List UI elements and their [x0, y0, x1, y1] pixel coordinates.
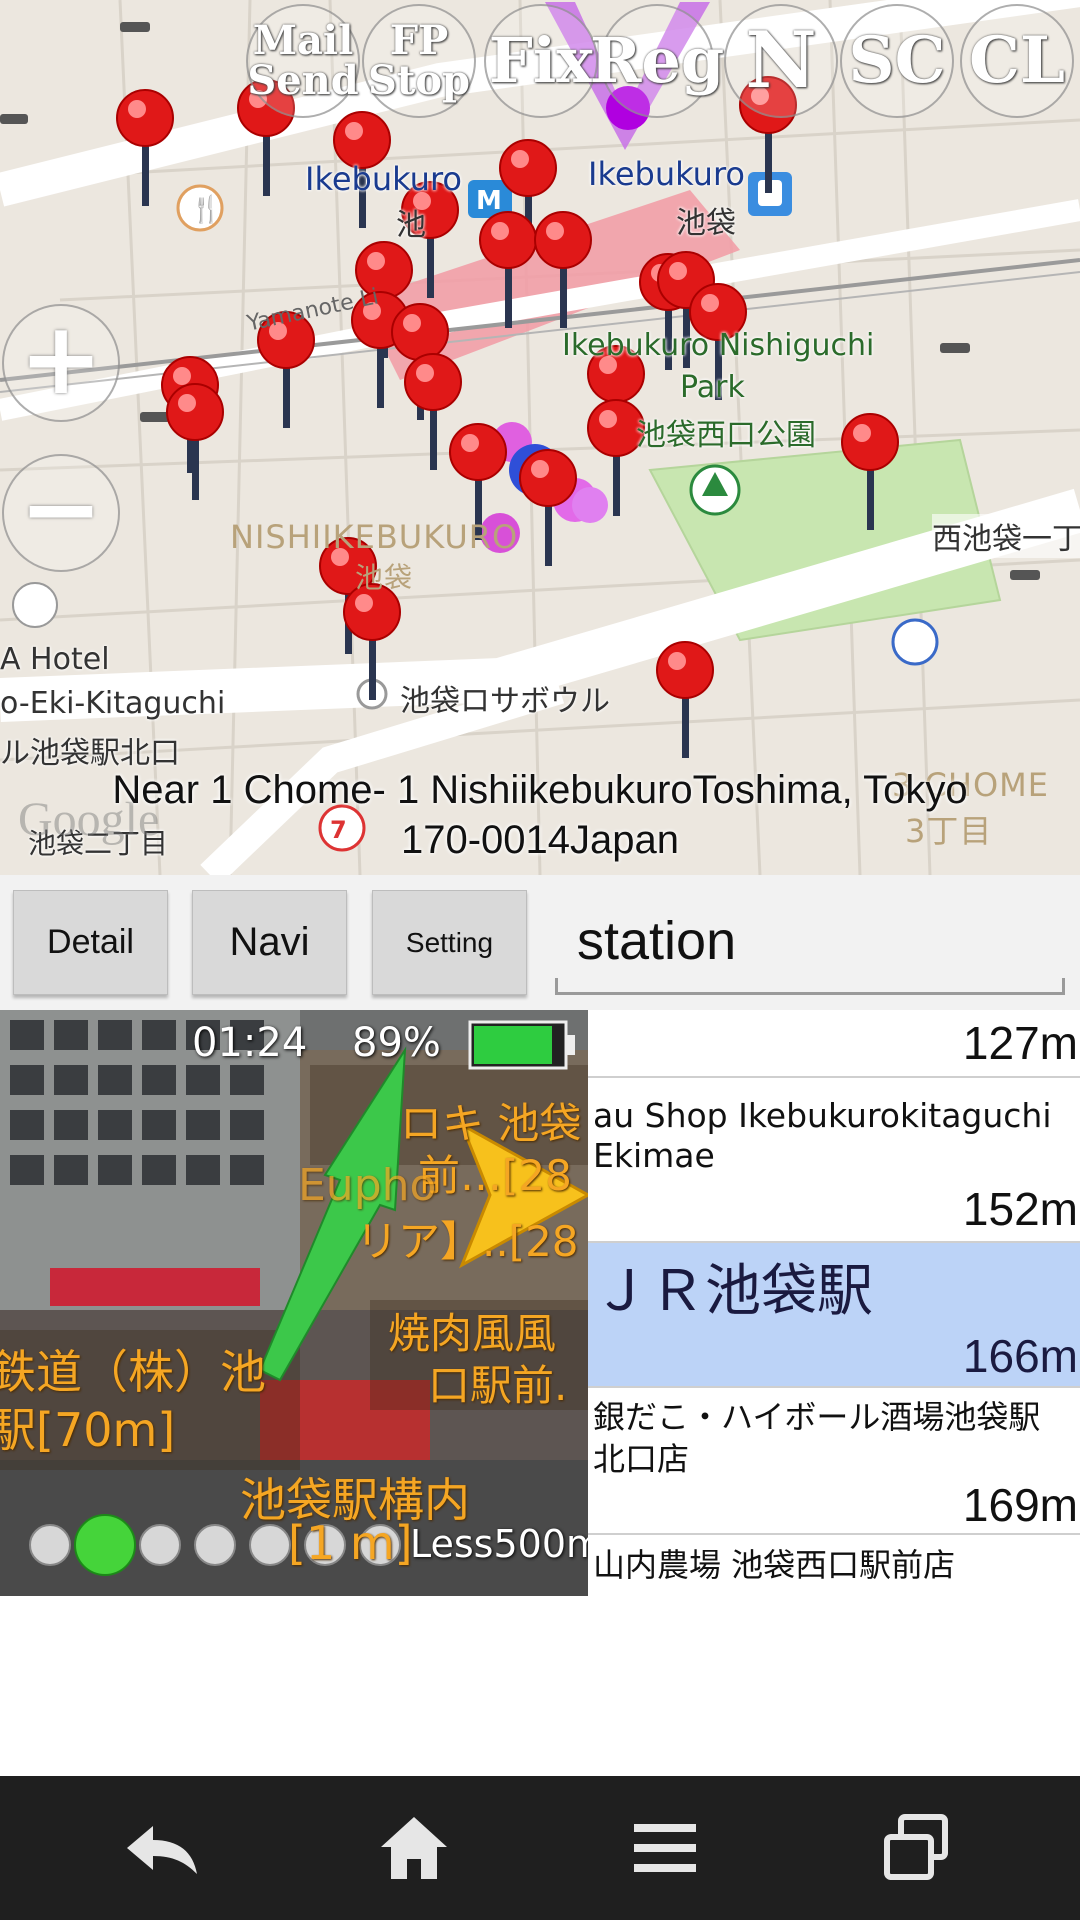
sc-button[interactable]: SC — [840, 4, 954, 118]
list-item[interactable]: au Shop Ikebukurokitaguchi Ekimae 152m — [588, 1078, 1080, 1243]
detail-button[interactable]: Detail — [13, 890, 168, 995]
map-label-ikebukuro-jp-right: 池袋 — [676, 206, 736, 241]
map-label-hotel-2: o-Eki-Kitaguchi — [0, 686, 226, 721]
page-dot — [139, 1524, 181, 1566]
fp-stop-button[interactable]: FP Stop — [362, 4, 476, 118]
list-item-distance: 169m — [962, 1479, 1078, 1531]
camera-ar-view[interactable]: 01:24 89% ロキ 池袋 前…[28 Eupho リア】..[28 焼肉風… — [0, 1010, 588, 1596]
page-dot-active — [74, 1514, 136, 1576]
home-icon — [381, 1817, 447, 1879]
list-item-name: 銀だこ・ハイボール酒場池袋駅北口店 — [593, 1398, 1041, 1478]
map-pin — [656, 641, 714, 758]
reg-button[interactable]: Reg — [590, 4, 724, 118]
list-item-selected[interactable]: ＪＲ池袋駅 166m — [588, 1243, 1080, 1388]
map-pin — [166, 383, 224, 500]
back-icon — [127, 1826, 197, 1874]
menu-button[interactable] — [615, 1806, 715, 1890]
ar-label-6[interactable]: 口駅前. — [428, 1352, 567, 1413]
zoom-in-icon: + — [19, 300, 103, 417]
cl-button[interactable]: CL — [960, 4, 1074, 118]
mail-send-button[interactable]: Mail Send — [246, 4, 360, 118]
recent-apps-button[interactable] — [866, 1806, 966, 1890]
list-item-distance: 152m — [962, 1183, 1078, 1235]
page-dot — [194, 1524, 236, 1566]
ar-label-7[interactable]: 鉄道（株）池 — [0, 1336, 266, 1402]
ar-label-8[interactable]: 駅[70m] — [0, 1394, 175, 1460]
police-icon — [891, 618, 939, 666]
result-list[interactable]: 127m au Shop Ikebukurokitaguchi Ekimae 1… — [588, 1010, 1080, 1596]
ar-label-10[interactable]: [1 m] — [288, 1516, 413, 1570]
range-label: Less500m — [410, 1522, 588, 1566]
system-nav-bar — [0, 1776, 1080, 1920]
map-label-park-jp: 池袋西口公園 — [636, 418, 816, 453]
list-item[interactable]: 127m — [588, 1010, 1080, 1078]
camera-time: 01:24 — [192, 1020, 308, 1066]
map-label-nishiikebukuro: NISHIIKEBUKURO — [230, 518, 519, 556]
search-input-value: station — [577, 911, 737, 971]
menu-icon — [634, 1824, 696, 1872]
zoom-out-button[interactable]: − — [2, 454, 120, 572]
page-dot — [249, 1524, 291, 1566]
sc-label: SC — [848, 23, 946, 98]
map-label-hotel-1: A Hotel — [0, 642, 110, 677]
list-item[interactable]: 山内農場 池袋西口駅前店 — [588, 1535, 1080, 1596]
fix-label: Fix — [488, 24, 594, 97]
north-button[interactable]: N — [724, 4, 838, 118]
svg-text:M: M — [476, 186, 502, 216]
cl-label: CL — [969, 23, 1065, 98]
hotel-icon — [12, 582, 58, 628]
map-label-sabouru: 池袋ロサボウル — [400, 684, 610, 719]
map-view[interactable]: 🍴 M 7 Ikebukuro 池 Ikebukuro 池袋 Yamanote … — [0, 0, 1080, 875]
list-item-distance: 166m — [962, 1330, 1078, 1382]
setting-button[interactable]: Setting — [372, 890, 527, 995]
map-label-park-en: Ikebukuro Nishiguchi — [562, 328, 875, 363]
address-line-2: 170-0014Japan — [400, 818, 680, 862]
zoom-out-icon: − — [19, 450, 103, 567]
ar-label-4[interactable]: リア】..[28 — [356, 1208, 579, 1269]
map-label-ikebukuro-left: Ikebukuro — [305, 160, 462, 198]
home-button[interactable] — [364, 1806, 464, 1890]
back-button[interactable] — [113, 1806, 213, 1890]
list-item-name: ＪＲ池袋駅 — [593, 1259, 873, 1324]
mail-send-label: Mail Send — [247, 17, 359, 104]
map-label-nishiikebukuro-ichi: 西池袋一丁 — [932, 514, 1080, 558]
ar-label-3[interactable]: Eupho — [298, 1160, 436, 1211]
search-input[interactable]: station — [555, 900, 1065, 995]
battery-percent: 89% — [352, 1020, 441, 1066]
fp-stop-label: FP Stop — [367, 17, 470, 104]
list-item[interactable]: 銀だこ・ハイボール酒場池袋駅北口店 169m — [588, 1388, 1080, 1535]
page-dot — [29, 1524, 71, 1566]
map-label-nishiikebukuro-jp: 池袋 — [355, 561, 414, 594]
address-line-1: Near 1 Chome- 1 NishiikebukuroToshima, T… — [112, 768, 968, 812]
reg-label: Reg — [589, 24, 725, 97]
fix-button[interactable]: Fix — [484, 4, 598, 118]
navi-button[interactable]: Navi — [192, 890, 347, 995]
list-item-distance: 127m — [962, 1017, 1078, 1069]
list-item-name: 山内農場 池袋西口駅前店 — [593, 1546, 956, 1584]
list-item-name: au Shop Ikebukurokitaguchi Ekimae — [593, 1096, 1052, 1175]
map-label-ikebukuro-jp-left: 池 — [396, 208, 426, 243]
recent-apps-icon — [884, 1814, 948, 1880]
zoom-in-button[interactable]: + — [2, 304, 120, 422]
map-label-ikebukuro-right: Ikebukuro — [588, 155, 745, 193]
map-label-park-en2: Park — [680, 370, 745, 405]
ar-label-2[interactable]: 前…[28 — [418, 1142, 572, 1203]
north-label: N — [745, 15, 817, 106]
svg-text:🍴: 🍴 — [190, 194, 222, 225]
